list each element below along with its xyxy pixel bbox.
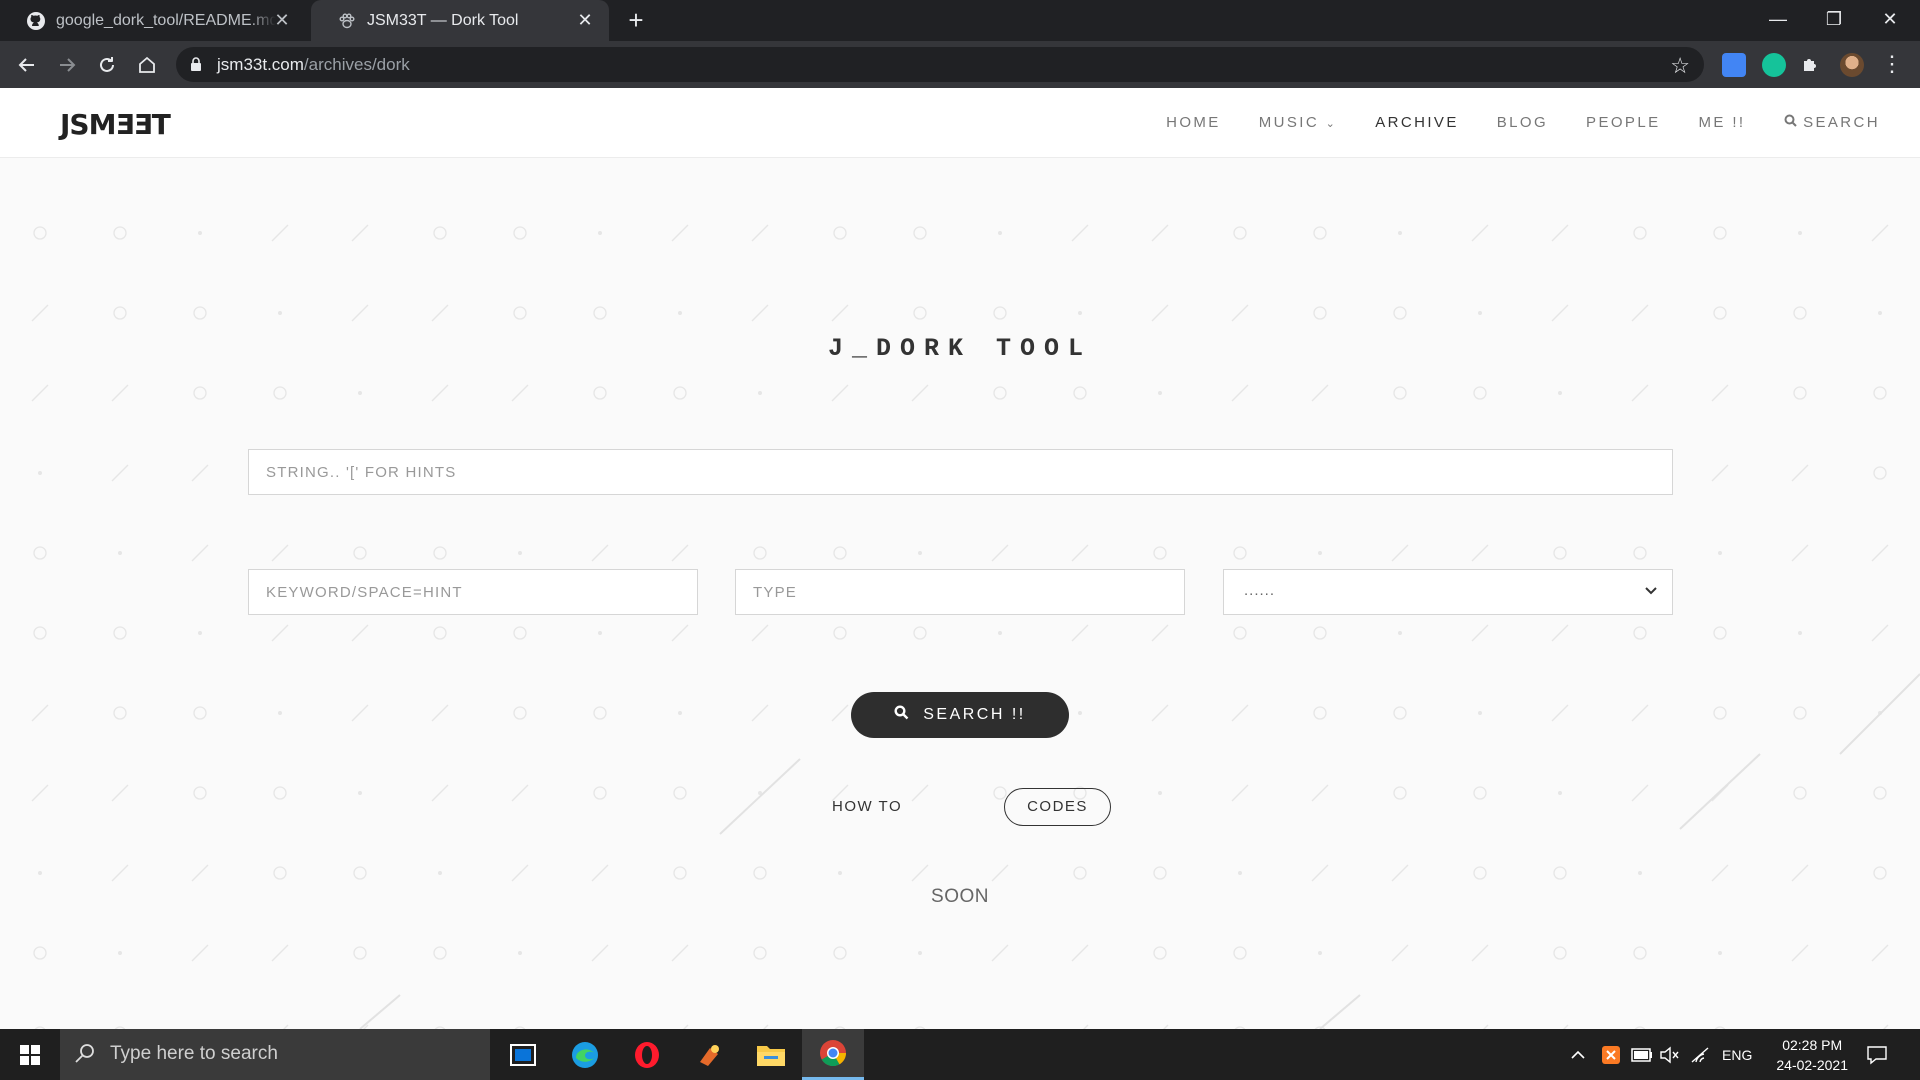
type-input[interactable] bbox=[735, 569, 1185, 615]
string-input[interactable] bbox=[248, 449, 1673, 495]
select-value: ...... bbox=[1244, 582, 1276, 599]
language-indicator[interactable]: ENG bbox=[1722, 1029, 1752, 1080]
windows-start-icon[interactable] bbox=[0, 1029, 60, 1080]
browser-toolbar: jsm33t.com/archives/dork ☆ ⋮ bbox=[0, 41, 1920, 88]
close-tab-icon[interactable]: ✕ bbox=[575, 10, 595, 30]
search-icon bbox=[894, 705, 909, 725]
browser-tab-strip: google_dork_tool/README.md a ✕ JSM33T — … bbox=[0, 0, 1920, 41]
forward-arrow-icon[interactable] bbox=[52, 50, 82, 80]
tab-title: google_dork_tool/README.md a bbox=[56, 11, 276, 29]
browser-tab-readme[interactable]: google_dork_tool/README.md a ✕ bbox=[0, 0, 306, 41]
close-window-icon[interactable]: ✕ bbox=[1862, 0, 1918, 41]
nav-archive[interactable]: ARCHIVE bbox=[1375, 114, 1458, 131]
restore-icon[interactable]: ❐ bbox=[1806, 0, 1862, 41]
browser-tab-dork-tool[interactable]: JSM33T — Dork Tool ✕ bbox=[311, 0, 609, 41]
lock-icon bbox=[190, 57, 202, 77]
chevron-down-icon bbox=[1644, 583, 1658, 602]
chrome-icon[interactable] bbox=[802, 1029, 864, 1080]
network-icon[interactable] bbox=[1690, 1029, 1710, 1080]
volume-muted-icon[interactable] bbox=[1659, 1029, 1679, 1080]
home-icon[interactable] bbox=[132, 50, 162, 80]
back-arrow-icon[interactable] bbox=[12, 50, 42, 80]
action-center-icon[interactable] bbox=[1866, 1029, 1888, 1080]
extensions-puzzle-icon[interactable] bbox=[1800, 53, 1824, 77]
address-bar[interactable]: jsm33t.com/archives/dork ☆ bbox=[176, 47, 1704, 82]
dork-tool-section: J_DORK TOOL ...... SEARCH !! HOW TO CODE… bbox=[0, 159, 1920, 1029]
nav-blog[interactable]: BLOG bbox=[1497, 114, 1548, 131]
taskbar-search-box[interactable]: Type here to search bbox=[60, 1029, 490, 1080]
url-text: jsm33t.com/archives/dork bbox=[217, 55, 410, 74]
reload-icon[interactable] bbox=[92, 50, 122, 80]
site-header: JSMƎƎT HOME MUSIC ⌄ ARCHIVE BLOG PEOPLE … bbox=[0, 88, 1920, 158]
task-view-icon[interactable] bbox=[492, 1029, 554, 1080]
battery-icon[interactable] bbox=[1631, 1029, 1653, 1080]
clock-date: 24-02-2021 bbox=[1776, 1057, 1848, 1073]
opera-icon[interactable] bbox=[616, 1029, 678, 1080]
info-tabs: HOW TO CODES bbox=[0, 788, 1920, 826]
profile-avatar[interactable] bbox=[1840, 53, 1864, 77]
site-logo[interactable]: JSMƎƎT bbox=[60, 108, 171, 141]
close-tab-icon[interactable]: ✕ bbox=[272, 10, 292, 30]
taskbar-clock[interactable]: 02:28 PM 24-02-2021 bbox=[1776, 1035, 1848, 1075]
clock-time: 02:28 PM bbox=[1782, 1037, 1843, 1053]
tab-how-to[interactable]: HOW TO bbox=[832, 798, 902, 815]
app-icon[interactable] bbox=[678, 1029, 740, 1080]
github-icon bbox=[26, 11, 46, 31]
nav-search[interactable]: SEARCH bbox=[1784, 114, 1881, 131]
search-icon bbox=[1784, 114, 1797, 131]
tab-content-text: SOON bbox=[931, 886, 989, 907]
nav-me[interactable]: ME !! bbox=[1698, 114, 1745, 131]
operator-select[interactable]: ...... bbox=[1223, 569, 1673, 615]
page-title: J_DORK TOOL bbox=[827, 334, 1093, 363]
search-button[interactable]: SEARCH !! bbox=[851, 692, 1069, 738]
google-translate-icon[interactable] bbox=[1722, 53, 1746, 77]
file-explorer-icon[interactable] bbox=[740, 1029, 802, 1080]
nav-home[interactable]: HOME bbox=[1166, 114, 1221, 131]
search-button-label: SEARCH !! bbox=[923, 706, 1026, 723]
new-tab-plus-icon[interactable]: + bbox=[622, 7, 650, 35]
nav-people[interactable]: PEOPLE bbox=[1586, 114, 1660, 131]
bookmark-star-icon[interactable]: ☆ bbox=[1670, 53, 1690, 79]
grammarly-icon[interactable] bbox=[1762, 53, 1786, 77]
keyword-input[interactable] bbox=[248, 569, 698, 615]
windows-taskbar: Type here to search ENG 02:28 PM 24-02-2… bbox=[0, 1029, 1920, 1080]
paw-icon bbox=[337, 11, 357, 31]
chevron-down-icon: ⌄ bbox=[1325, 118, 1338, 130]
tab-codes[interactable]: CODES bbox=[1004, 788, 1111, 826]
tab-title: JSM33T — Dork Tool bbox=[367, 11, 519, 29]
minimize-icon[interactable]: — bbox=[1750, 0, 1806, 41]
search-icon bbox=[74, 1042, 96, 1070]
kebab-menu-icon[interactable]: ⋮ bbox=[1880, 53, 1904, 77]
xampp-icon[interactable] bbox=[1601, 1029, 1621, 1080]
edge-icon[interactable] bbox=[554, 1029, 616, 1080]
tray-up-arrow-icon[interactable] bbox=[1570, 1029, 1586, 1080]
nav-music[interactable]: MUSIC ⌄ bbox=[1259, 114, 1338, 131]
main-nav: HOME MUSIC ⌄ ARCHIVE BLOG PEOPLE ME !! S… bbox=[1166, 114, 1880, 131]
taskbar-search-placeholder: Type here to search bbox=[110, 1043, 278, 1064]
